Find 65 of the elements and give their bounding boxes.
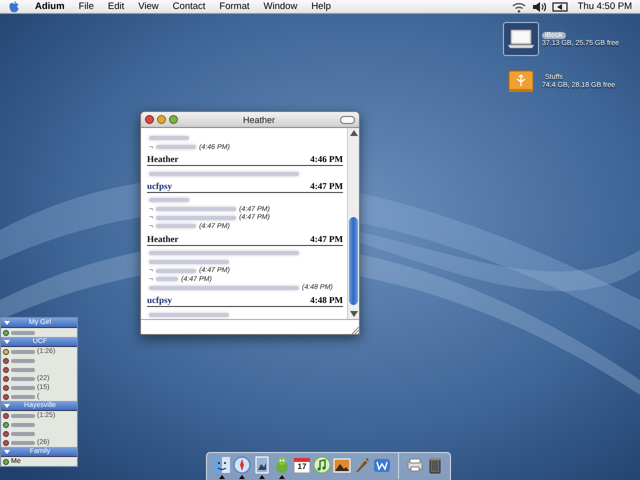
menu-item[interactable]: Edit (100, 1, 132, 12)
window-title: Heather (242, 114, 276, 124)
letter-w-icon[interactable] (373, 456, 391, 474)
blurred-text (156, 277, 178, 282)
blurred-name (11, 394, 35, 398)
blurred-name (11, 358, 35, 362)
up-arrow-icon[interactable] (350, 130, 358, 136)
face-icon[interactable] (213, 456, 231, 474)
blurred-text (156, 145, 196, 150)
wifi-icon[interactable] (512, 0, 526, 12)
message-time: 4:47 PM (310, 234, 343, 245)
calendar-icon[interactable]: 17 (293, 456, 311, 474)
menu-item[interactable]: Window (256, 1, 304, 12)
blurred-name (11, 386, 35, 390)
blurred-name (11, 414, 35, 418)
speaker-icon[interactable] (532, 0, 546, 12)
menu-clock[interactable]: Thu 4:50 PM (570, 1, 634, 12)
blurred-text (149, 198, 189, 202)
collapse-triangle-icon[interactable] (4, 402, 10, 408)
menu-item[interactable]: Format (212, 1, 257, 12)
printer-icon[interactable] (406, 456, 424, 474)
app-menu[interactable]: Adium (22, 1, 72, 12)
down-arrow-icon[interactable] (350, 311, 358, 317)
blurred-name (11, 422, 35, 426)
menu-item[interactable]: File (72, 1, 101, 12)
scroll-thumb[interactable] (349, 217, 358, 305)
blurred-name (11, 350, 35, 354)
collapse-triangle-icon[interactable] (4, 320, 10, 326)
sender-name: ucfpsy (147, 295, 172, 306)
usb-drive-icon[interactable] (506, 68, 536, 94)
blurred-name (11, 330, 35, 334)
stamp-icon[interactable] (253, 456, 271, 474)
message-time: 4:48 PM (310, 295, 343, 306)
sender-name: Heather (147, 234, 178, 245)
minimize-button[interactable] (157, 115, 166, 124)
menu-item[interactable]: Help (304, 1, 338, 12)
blurred-name (11, 368, 35, 372)
selection-frame[interactable] (503, 22, 539, 56)
toolbar-toggle-button[interactable] (340, 116, 355, 124)
zoom-button[interactable] (169, 115, 178, 124)
blurred-name (11, 376, 35, 380)
close-button[interactable] (145, 115, 154, 124)
message-input-field[interactable] (141, 321, 351, 334)
sender-name: ucfpsy (147, 181, 172, 192)
blurred-text (149, 136, 189, 140)
sender-name: Heather (147, 154, 178, 166)
blurred-name (11, 440, 35, 444)
scroll-bar[interactable] (347, 128, 359, 319)
blurred-text (156, 224, 196, 228)
compass-icon[interactable] (233, 456, 251, 474)
message-time: 4:46 PM (310, 154, 343, 166)
buddy-row[interactable] (1, 328, 77, 337)
message-time: 4:47 PM (310, 181, 343, 192)
photo-icon[interactable] (333, 456, 351, 474)
resize-grip-icon[interactable] (351, 326, 359, 334)
blurred-name (11, 432, 35, 436)
trash-can-icon[interactable] (426, 456, 444, 474)
menu-item[interactable]: Contact (166, 1, 212, 12)
display-icon[interactable] (552, 0, 568, 12)
apple-icon[interactable] (9, 0, 19, 12)
menu-item[interactable]: View (131, 1, 166, 12)
music-note-icon[interactable] (313, 456, 331, 474)
blurred-text (156, 268, 196, 273)
collapse-triangle-icon[interactable] (4, 338, 10, 344)
collapse-triangle-icon[interactable] (4, 448, 10, 454)
